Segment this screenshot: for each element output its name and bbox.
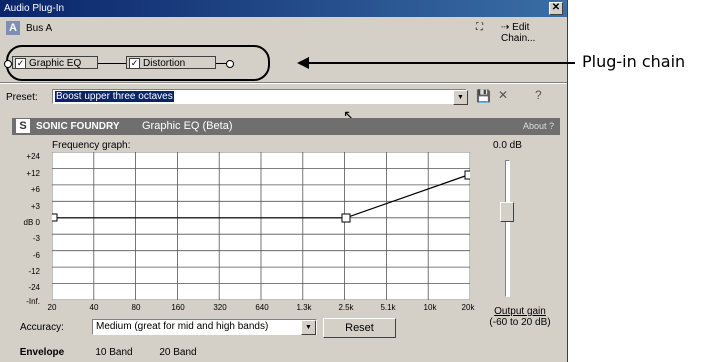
tab-10-band[interactable]: 10 Band <box>84 345 144 360</box>
tab-20-band[interactable]: 20 Band <box>148 345 208 360</box>
distortion-label: Distortion <box>143 58 186 69</box>
chain-wire <box>98 63 126 64</box>
frequency-graph[interactable] <box>52 152 470 300</box>
y-tick: -24 <box>28 283 40 292</box>
plugin-title: Graphic EQ (Beta) <box>142 120 233 132</box>
tab-envelope[interactable]: Envelope <box>4 345 80 360</box>
distortion-checkbox[interactable]: ✓ <box>129 57 140 69</box>
y-tick: +6 <box>30 185 40 194</box>
x-tick: 20 <box>47 303 57 312</box>
close-button[interactable]: ✕ <box>549 2 563 15</box>
x-tick: 1.3k <box>296 303 312 312</box>
y-tick: -6 <box>32 251 40 260</box>
y-tick: -3 <box>32 234 40 243</box>
company-name: SONIC FOUNDRY <box>36 121 120 132</box>
gain-readout: 0.0 dB <box>493 140 522 151</box>
accuracy-select[interactable]: Medium (great for mid and high bands) <box>92 319 317 335</box>
separator <box>0 82 567 84</box>
edit-chain-button[interactable]: ⇢ Edit Chain... <box>501 22 562 44</box>
envelope-point[interactable] <box>52 213 58 222</box>
bus-name: Bus A <box>26 23 53 34</box>
chain-input-node <box>4 60 12 68</box>
title-bar[interactable]: Audio Plug-In ✕ <box>0 0 567 17</box>
help-icon[interactable]: ? <box>535 88 542 102</box>
frequency-graph-label: Frequency graph: <box>52 140 131 151</box>
plugin-chain: ✓ Graphic EQ ✓ Distortion <box>4 45 270 81</box>
accuracy-dropdown-button[interactable]: ▼ <box>301 320 316 335</box>
envelope-point[interactable] <box>341 213 351 223</box>
about-button[interactable]: About ? <box>523 121 554 131</box>
y-tick: +24 <box>26 152 40 161</box>
plugin-manager-icon[interactable]: ⛶ <box>476 22 483 33</box>
x-tick: 5.1k <box>380 303 396 312</box>
chain-output-node <box>226 60 234 68</box>
plugin-distortion[interactable]: ✓ Distortion <box>126 56 216 69</box>
brand-bar: S SONIC FOUNDRY Graphic EQ (Beta) About … <box>12 118 560 135</box>
accuracy-value: Medium (great for mid and high bands) <box>96 321 269 332</box>
x-tick: 160 <box>171 303 185 312</box>
output-gain-slider-thumb[interactable] <box>500 202 514 222</box>
save-preset-icon[interactable]: 💾 <box>476 89 491 103</box>
y-tick: +3 <box>30 202 40 211</box>
plugin-window: Audio Plug-In ✕ A Bus A ⛶ ⇢ Edit Chain..… <box>0 0 568 362</box>
preset-value: Boost upper three octaves <box>55 91 174 102</box>
y-tick: +12 <box>26 169 40 178</box>
window-title: Audio Plug-In <box>4 3 65 14</box>
x-tick: 320 <box>213 303 227 312</box>
output-gain-slider-track[interactable] <box>505 160 510 297</box>
reset-button[interactable]: Reset <box>323 318 396 338</box>
y-tick: dB 0 <box>23 218 40 227</box>
x-tick: 40 <box>89 303 99 312</box>
bus-badge: A <box>6 21 20 35</box>
preset-dropdown-button[interactable]: ▼ <box>453 90 468 105</box>
delete-preset-icon[interactable]: ✕ <box>498 88 508 102</box>
accuracy-label: Accuracy: <box>20 322 64 333</box>
preset-label: Preset: <box>6 92 38 103</box>
envelope-point[interactable] <box>464 170 470 180</box>
tab-strip: Envelope 10 Band 20 Band <box>0 345 567 362</box>
x-tick: 10k <box>423 303 437 312</box>
preset-input[interactable]: Boost upper three octaves <box>52 89 467 104</box>
output-gain-label: Output gain <box>494 306 546 317</box>
plugin-graphic-eq[interactable]: ✓ Graphic EQ <box>12 56 98 69</box>
graphic-eq-label: Graphic EQ <box>29 58 82 69</box>
x-tick: 640 <box>255 303 269 312</box>
y-tick: -12 <box>28 267 40 276</box>
output-gain-label-group: Output gain (-60 to 20 dB) <box>480 306 560 328</box>
x-tick: 80 <box>131 303 141 312</box>
edit-chain-icon: ⇢ <box>501 22 510 33</box>
x-tick: 2.5k <box>338 303 354 312</box>
annotation-arrow <box>305 62 575 64</box>
x-tick: 20k <box>461 303 475 312</box>
sonic-foundry-logo-icon: S <box>16 119 30 133</box>
annotation-label: Plug-in chain <box>582 52 686 71</box>
output-gain-range: (-60 to 20 dB) <box>489 317 551 328</box>
graphic-eq-checkbox[interactable]: ✓ <box>15 57 26 69</box>
bus-row: A Bus A ⛶ ⇢ Edit Chain... <box>6 21 562 44</box>
